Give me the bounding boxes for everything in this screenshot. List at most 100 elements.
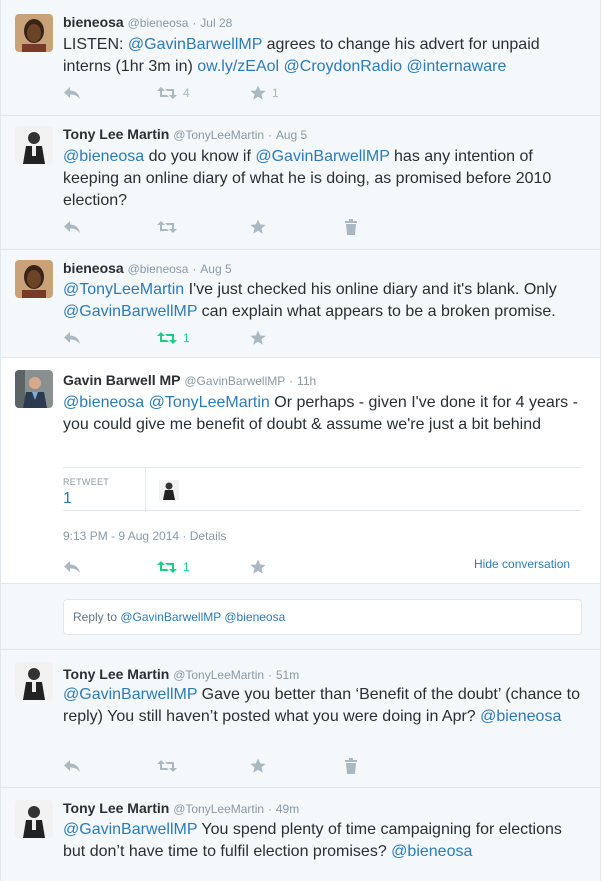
favorite-button[interactable] <box>250 217 266 237</box>
retweet-stat-label: RETWEET <box>63 477 110 487</box>
timestamp-separator: · <box>192 262 197 276</box>
retweet-icon <box>157 561 177 573</box>
tweet[interactable]: bieneosa @bieneosa · Jul 28 LISTEN: @Gav… <box>1 0 600 116</box>
reply-button[interactable] <box>63 83 81 103</box>
retweet-stat-value[interactable]: 1 <box>63 490 72 508</box>
mention-link[interactable]: @internaware <box>407 58 507 75</box>
username[interactable]: @TonyLeeMartin <box>173 668 264 682</box>
stats-divider <box>145 468 146 512</box>
star-icon <box>250 85 266 100</box>
tweet[interactable]: bieneosa @bieneosa · Aug 5 @TonyLeeMarti… <box>1 250 600 358</box>
trash-icon <box>345 219 357 235</box>
tweet-text-segment: do you know if <box>144 148 256 165</box>
tweet[interactable]: Tony Lee Martin @TonyLeeMartin · 51m @Ga… <box>1 650 600 788</box>
fullname[interactable]: Tony Lee Martin <box>63 126 169 142</box>
star-icon <box>250 219 266 234</box>
avatar[interactable] <box>15 800 53 838</box>
star-icon <box>250 330 266 345</box>
tweet-meta[interactable]: 9:13 PM - 9 Aug 2014 · Details <box>63 529 226 543</box>
tweet-text-segment: I've just checked his online diary and i… <box>184 281 557 298</box>
avatar[interactable] <box>15 14 53 52</box>
fullname[interactable]: Tony Lee Martin <box>63 800 169 816</box>
timestamp[interactable]: Aug 5 <box>276 128 307 142</box>
avatar[interactable] <box>15 662 53 700</box>
delete-button[interactable] <box>345 756 357 776</box>
retweet-button[interactable]: 1 <box>157 328 190 348</box>
tweet[interactable]: Tony Lee Martin @TonyLeeMartin · Aug 5 @… <box>1 116 600 250</box>
tweet[interactable]: Tony Lee Martin @TonyLeeMartin · 49m @Ga… <box>1 788 600 881</box>
mention-link[interactable]: @TonyLeeMartin <box>63 281 184 298</box>
username[interactable]: @GavinBarwellMP <box>184 374 285 388</box>
mention-link[interactable]: ow.ly/zEAol <box>197 58 279 75</box>
mention-link[interactable]: @TonyLeeMartin <box>149 394 270 411</box>
tweet-text: @GavinBarwellMP You spend plenty of time… <box>63 819 583 863</box>
tweet-actions <box>63 217 583 237</box>
username[interactable]: @TonyLeeMartin <box>173 128 264 142</box>
trash-icon <box>345 758 357 774</box>
fullname[interactable]: bieneosa <box>63 260 124 276</box>
reply-icon <box>64 561 80 573</box>
tweet-text: @TonyLeeMartin I've just checked his onl… <box>63 279 583 323</box>
retweet-button[interactable]: 1 <box>157 557 190 577</box>
tweet-header: Gavin Barwell MP @GavinBarwellMP · 11h <box>63 372 316 388</box>
favorite-button[interactable] <box>250 756 266 776</box>
reply-icon <box>64 760 80 772</box>
timestamp[interactable]: Aug 5 <box>200 262 231 276</box>
tweet-actions <box>63 756 583 776</box>
avatar[interactable] <box>15 370 53 408</box>
reply-icon <box>64 221 80 233</box>
reply-icon <box>64 87 80 99</box>
mention-link[interactable]: @GavinBarwellMP <box>63 303 197 320</box>
tweet-stats: RETWEET 1 <box>63 467 581 512</box>
timestamp[interactable]: 51m <box>276 668 299 682</box>
favorite-button[interactable]: 1 <box>250 83 279 103</box>
avatar[interactable] <box>15 126 53 164</box>
retweet-icon <box>157 221 177 233</box>
retweet-icon <box>157 760 177 772</box>
mention-link[interactable]: @bieneosa <box>63 148 144 165</box>
retweet-button[interactable] <box>157 756 177 776</box>
retweet-icon <box>157 332 177 344</box>
tweet-text: @bieneosa do you know if @GavinBarwellMP… <box>63 146 583 212</box>
timestamp-separator: · <box>267 668 272 682</box>
timestamp-separator: · <box>267 802 272 816</box>
fullname[interactable]: bieneosa <box>63 14 124 30</box>
reply-input[interactable]: Reply to @GavinBarwellMP @bieneosa <box>63 599 582 635</box>
fullname[interactable]: Tony Lee Martin <box>63 666 169 682</box>
fullname[interactable]: Gavin Barwell MP <box>63 372 180 388</box>
reply-button[interactable] <box>63 557 81 577</box>
timestamp[interactable]: 49m <box>276 802 299 816</box>
retweeter-avatar[interactable] <box>159 480 179 500</box>
tweet-header: bieneosa @bieneosa · Jul 28 <box>63 14 232 30</box>
avatar[interactable] <box>15 260 53 298</box>
retweet-count: 1 <box>183 331 190 345</box>
tweet-text: @GavinBarwellMP Gave you better than ‘Be… <box>63 684 583 728</box>
tweet-header: Tony Lee Martin @TonyLeeMartin · 49m <box>63 800 299 816</box>
username[interactable]: @TonyLeeMartin <box>173 802 264 816</box>
reply-button[interactable] <box>63 756 81 776</box>
hide-conversation-link[interactable]: Hide conversation <box>474 557 570 571</box>
reply-button[interactable] <box>63 328 81 348</box>
conversation-timeline: bieneosa @bieneosa · Jul 28 LISTEN: @Gav… <box>0 0 601 881</box>
star-icon <box>250 559 266 574</box>
reply-button[interactable] <box>63 217 81 237</box>
timestamp[interactable]: 11h <box>297 374 316 388</box>
mention-link[interactable]: @GavinBarwellMP <box>63 686 197 703</box>
mention-link[interactable]: @GavinBarwellMP <box>128 36 262 53</box>
mention-link[interactable]: @CroydonRadio <box>284 58 403 75</box>
username[interactable]: @bieneosa <box>128 262 189 276</box>
timestamp[interactable]: Jul 28 <box>200 16 232 30</box>
retweet-button[interactable] <box>157 217 177 237</box>
favorite-button[interactable] <box>250 557 266 577</box>
mention-link[interactable]: @GavinBarwellMP <box>255 148 389 165</box>
mention-link[interactable]: @bieneosa <box>480 708 561 725</box>
retweet-button[interactable]: 4 <box>157 83 190 103</box>
delete-button[interactable] <box>345 217 357 237</box>
username[interactable]: @bieneosa <box>128 16 189 30</box>
mention-link[interactable]: @bieneosa <box>63 394 144 411</box>
reply-prefix: Reply to <box>73 610 121 624</box>
favorite-button[interactable] <box>250 328 266 348</box>
mention-link[interactable]: @GavinBarwellMP <box>63 821 197 838</box>
mention-link[interactable]: @bieneosa <box>391 843 472 860</box>
timestamp-separator: · <box>192 16 197 30</box>
